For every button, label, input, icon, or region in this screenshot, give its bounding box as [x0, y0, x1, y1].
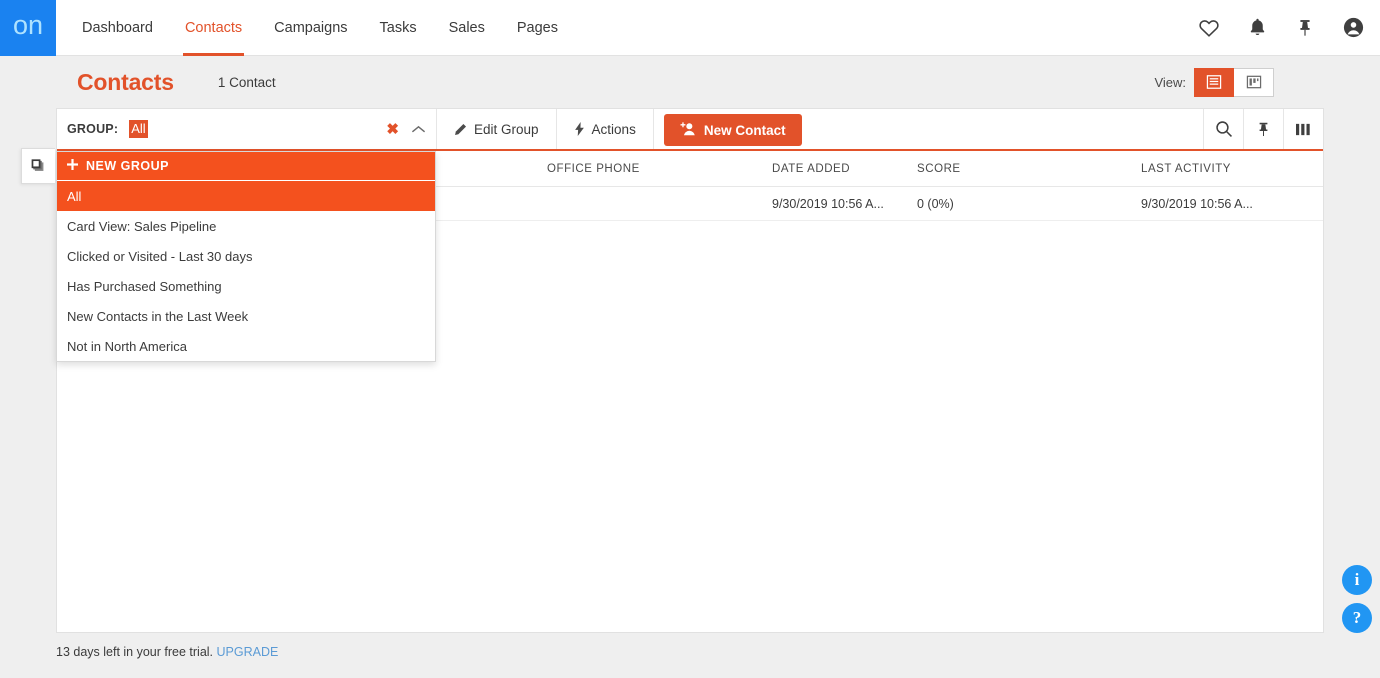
page-title: Contacts — [77, 68, 174, 95]
trial-footer: 13 days left in your free trial. UPGRADE — [56, 645, 278, 659]
group-selector[interactable]: GROUP: All ✖ — [57, 109, 437, 149]
nav-item-pages[interactable]: Pages — [501, 0, 574, 56]
nav-icon-group — [1196, 0, 1380, 55]
edit-group-label: Edit Group — [474, 121, 539, 137]
group-option-label: Not in North America — [67, 338, 187, 354]
column-header-last-activity[interactable]: LAST ACTIVITY — [1141, 163, 1321, 175]
contacts-toolbar: GROUP: All ✖ Edit Group Actions New Cont… — [57, 109, 1323, 151]
nav-item-tasks[interactable]: Tasks — [364, 0, 433, 56]
upgrade-link[interactable]: UPGRADE — [217, 645, 279, 659]
side-panel-toggle-button[interactable] — [21, 148, 55, 184]
app-logo[interactable]: on — [0, 0, 56, 56]
group-option-has-purchased-something[interactable]: Has Purchased Something — [57, 271, 435, 301]
nav-label-campaigns: Campaigns — [274, 20, 348, 36]
search-icon[interactable] — [1203, 109, 1243, 149]
nav-item-contacts[interactable]: Contacts — [169, 0, 258, 56]
pin-icon[interactable] — [1243, 109, 1283, 149]
info-bubble[interactable]: i — [1342, 565, 1372, 595]
actions-button[interactable]: Actions — [557, 109, 654, 149]
heart-icon[interactable] — [1196, 15, 1222, 41]
nav-label-dashboard: Dashboard — [82, 20, 153, 36]
page-header: Contacts 1 Contact View: — [56, 56, 1324, 108]
edit-group-button[interactable]: Edit Group — [437, 109, 557, 149]
cell-score: 0 (0%) — [917, 196, 954, 211]
add-person-icon — [680, 121, 696, 139]
contacts-panel: GROUP: All ✖ Edit Group Actions New Cont… — [56, 108, 1324, 633]
group-dropdown-menu: NEW GROUP All Card View: Sales Pipeline … — [56, 151, 436, 362]
new-group-label: NEW GROUP — [86, 159, 169, 173]
view-label: View: — [1154, 74, 1186, 90]
new-contact-button[interactable]: New Contact — [663, 114, 802, 146]
layers-icon — [31, 159, 43, 171]
group-option-all[interactable]: All — [57, 181, 435, 211]
contact-count: 1 Contact — [217, 74, 276, 90]
help-bubble-group: i ? — [1342, 565, 1372, 633]
nav-item-dashboard[interactable]: Dashboard — [66, 0, 169, 56]
cell-date-added: 9/30/2019 10:56 A... — [772, 196, 884, 211]
group-option-clicked-or-visited[interactable]: Clicked or Visited - Last 30 days — [57, 241, 435, 271]
pencil-icon — [454, 123, 467, 136]
group-option-not-in-north-america[interactable]: Not in North America — [57, 331, 435, 361]
nav-label-pages: Pages — [516, 20, 558, 36]
pin-icon[interactable] — [1292, 15, 1318, 41]
group-option-label: All — [67, 188, 82, 204]
column-header-office-phone[interactable]: OFFICE PHONE — [547, 163, 772, 175]
group-option-label: New Contacts in the Last Week — [67, 308, 249, 324]
nav-label-contacts: Contacts — [184, 20, 243, 36]
group-input[interactable]: All — [129, 120, 148, 138]
logo-text: on — [12, 10, 44, 40]
top-navigation-bar: on Dashboard Contacts Campaigns Tasks Sa… — [0, 0, 1380, 56]
account-icon[interactable] — [1340, 15, 1366, 41]
group-option-label: Card View: Sales Pipeline — [67, 218, 217, 234]
trial-text: 13 days left in your free trial. — [56, 645, 214, 659]
card-view-button[interactable] — [1234, 67, 1274, 97]
lightning-icon — [574, 122, 585, 136]
group-option-label: Has Purchased Something — [67, 278, 222, 294]
cell-last-activity: 9/30/2019 10:56 A... — [1141, 196, 1253, 211]
columns-icon[interactable] — [1283, 109, 1323, 149]
column-header-date-added[interactable]: DATE ADDED — [772, 163, 917, 175]
nav-item-campaigns[interactable]: Campaigns — [258, 0, 363, 56]
chevron-up-icon[interactable] — [411, 124, 426, 135]
toolbar-right-icons — [1203, 109, 1323, 149]
help-bubble[interactable]: ? — [1342, 603, 1372, 633]
view-toggle-group: View: — [1154, 67, 1324, 97]
group-option-new-contacts-last-week[interactable]: New Contacts in the Last Week — [57, 301, 435, 331]
nav-label-sales: Sales — [448, 20, 485, 36]
nav-label-tasks: Tasks — [379, 20, 417, 36]
plus-icon — [67, 159, 78, 173]
main-nav-items: Dashboard Contacts Campaigns Tasks Sales… — [66, 0, 574, 56]
clear-group-icon[interactable]: ✖ — [386, 122, 399, 137]
column-header-score[interactable]: SCORE — [917, 163, 1141, 175]
group-option-card-view-sales-pipeline[interactable]: Card View: Sales Pipeline — [57, 211, 435, 241]
new-group-option[interactable]: NEW GROUP — [57, 152, 435, 181]
actions-label: Actions — [591, 121, 636, 137]
list-view-button[interactable] — [1194, 67, 1234, 97]
new-contact-label: New Contact — [703, 122, 786, 138]
group-option-label: Clicked or Visited - Last 30 days — [67, 248, 253, 264]
nav-item-sales[interactable]: Sales — [433, 0, 501, 56]
bell-icon[interactable] — [1244, 15, 1270, 41]
group-label: GROUP: — [67, 122, 119, 136]
